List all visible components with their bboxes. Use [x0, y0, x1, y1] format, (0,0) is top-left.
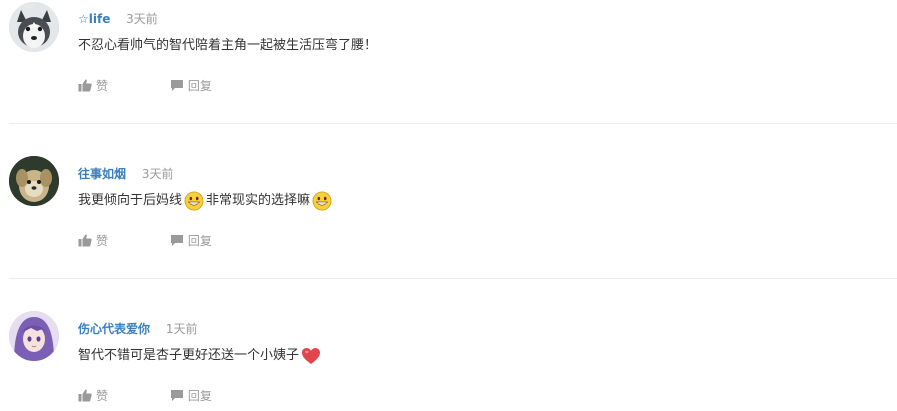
avatar[interactable] — [9, 2, 59, 52]
puppy-avatar-icon — [9, 156, 59, 206]
comment-actions: 赞 回复 — [78, 77, 212, 95]
comment-text: 不忍心看帅气的智代陪着主角一起被生活压弯了腰！ — [78, 35, 377, 57]
reply-button[interactable]: 回复 — [170, 232, 212, 249]
thumbs-up-icon — [78, 79, 92, 92]
speech-bubble-icon — [170, 390, 183, 401]
reply-button[interactable]: 回复 — [170, 77, 212, 94]
avatar[interactable] — [9, 156, 59, 206]
thumbs-up-icon — [78, 389, 92, 402]
comment-text-part: 我更倾向于后妈线 — [78, 193, 183, 208]
grin-emoji-icon — [312, 191, 332, 210]
comment-meta: 伤心代表爱你 1天前 — [78, 320, 197, 337]
reply-label: 回复 — [187, 389, 212, 403]
timestamp: 1天前 — [165, 322, 198, 336]
like-label: 赞 — [96, 234, 109, 248]
comment-actions: 赞 回复 — [78, 387, 212, 405]
comment-text: 我更倾向于后妈线 非常现实的选择嘛 — [78, 190, 334, 212]
username-link[interactable]: 往事如烟 — [78, 167, 126, 181]
like-button[interactable]: 赞 — [78, 232, 108, 249]
comment-actions: 赞 回复 — [78, 232, 212, 250]
like-label: 赞 — [96, 79, 109, 93]
comment-meta: 往事如烟 3天前 — [78, 165, 173, 182]
avatar[interactable] — [9, 311, 59, 361]
divider — [9, 123, 897, 124]
husky-avatar-icon — [9, 2, 59, 52]
reply-button[interactable]: 回复 — [170, 387, 212, 404]
reply-label: 回复 — [187, 79, 212, 93]
comment-text: 智代不错可是杏子更好还送一个小姨子 — [78, 345, 323, 367]
grin-emoji-icon — [184, 191, 204, 210]
reply-label: 回复 — [187, 234, 212, 248]
timestamp: 3天前 — [126, 12, 158, 26]
comment-meta: ☆life 3天前 — [78, 10, 158, 27]
comment-text-part: 不忍心看帅气的智代陪着主角一起被生活压弯了腰！ — [78, 38, 378, 53]
speech-bubble-icon — [170, 80, 183, 91]
username-link[interactable]: ☆life — [78, 12, 110, 26]
heart-emoji-icon — [302, 347, 321, 364]
timestamp: 3天前 — [141, 167, 174, 181]
divider — [9, 278, 897, 279]
username-link[interactable]: 伤心代表爱你 — [78, 322, 150, 336]
speech-bubble-icon — [170, 235, 183, 246]
anime-girl-avatar-icon — [9, 311, 59, 361]
like-button[interactable]: 赞 — [78, 387, 108, 404]
like-button[interactable]: 赞 — [78, 77, 108, 94]
comment-text-part: 非常现实的选择嘛 — [206, 193, 311, 208]
comment-text-part: 智代不错可是杏子更好还送一个小姨子 — [78, 348, 300, 363]
like-label: 赞 — [96, 389, 109, 403]
thumbs-up-icon — [78, 234, 92, 247]
